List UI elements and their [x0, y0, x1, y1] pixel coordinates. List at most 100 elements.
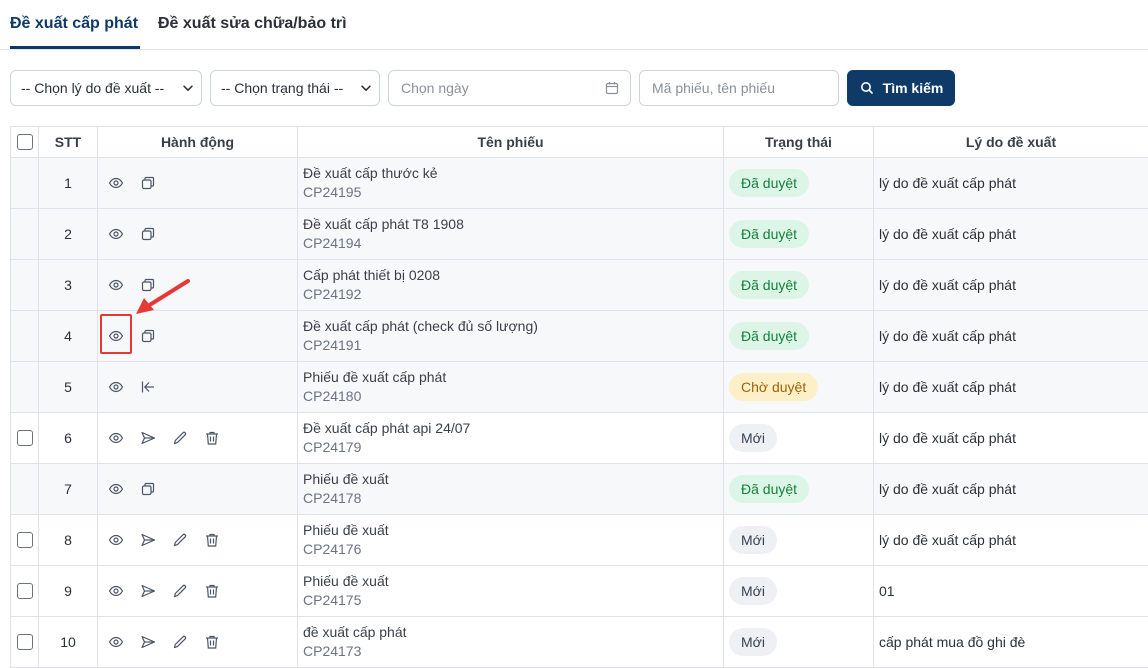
table-row: 4 Đề xuất cấp phát (check đủ số lượng) C…	[10, 311, 1148, 362]
reason-select[interactable]: -- Chọn lý do đề xuất --	[10, 70, 202, 106]
row-code: CP24194	[303, 235, 362, 251]
table-row: 10 đề xuất cấp phát CP24173 Mới cấp phát…	[10, 617, 1148, 668]
row-actions	[98, 515, 298, 565]
row-reason: lý do đề xuất cấp phát	[879, 532, 1016, 548]
row-title: Phiếu đề xuất	[303, 522, 389, 538]
row-status-cell: Đã duyệt	[724, 158, 874, 208]
chevron-down-icon	[181, 81, 195, 95]
row-status-cell: Mới	[724, 566, 874, 616]
table-row: 6 Đề xuất cấp phát api 24/07 CP24179 Mới…	[10, 413, 1148, 464]
date-picker-input[interactable]: Chọn ngày	[388, 70, 631, 106]
eye-icon[interactable]	[108, 634, 124, 650]
tab-bar: Đề xuất cấp phát Đề xuất sửa chữa/bảo tr…	[0, 0, 1148, 50]
eye-icon[interactable]	[108, 481, 124, 497]
row-select-cell	[10, 362, 39, 412]
copy-icon[interactable]	[140, 175, 156, 191]
revoke-icon[interactable]	[140, 379, 156, 395]
header-status: Trạng thái	[724, 127, 874, 157]
eye-icon[interactable]	[108, 532, 124, 548]
send-icon[interactable]	[140, 583, 156, 599]
row-title: Đề xuất cấp phát api 24/07	[303, 420, 471, 436]
row-select-cell	[10, 311, 39, 361]
table-body: 1 Đề xuất cấp thước kẻ CP24195 Đã duyệt …	[10, 158, 1148, 668]
row-status-cell: Đã duyệt	[724, 311, 874, 361]
select-all-cell	[10, 127, 39, 157]
pencil-icon[interactable]	[172, 430, 188, 446]
status-badge: Mới	[729, 628, 777, 656]
header-reason: Lý do đề xuất	[965, 134, 1057, 150]
row-status-cell: Mới	[724, 515, 874, 565]
row-name-cell: Phiếu đề xuất CP24176	[298, 515, 724, 565]
search-placeholder: Mã phiếu, tên phiếu	[652, 80, 775, 96]
row-actions	[98, 566, 298, 616]
row-reason: lý do đề xuất cấp phát	[879, 175, 1016, 191]
send-icon[interactable]	[140, 532, 156, 548]
row-stt: 7	[39, 464, 98, 514]
row-actions	[98, 362, 298, 412]
row-name-cell: Đề xuất cấp thước kẻ CP24195	[298, 158, 724, 208]
search-button[interactable]: Tìm kiếm	[847, 70, 955, 106]
trash-icon[interactable]	[204, 532, 220, 548]
highlight-box	[100, 314, 132, 354]
row-name-cell: đề xuất cấp phát CP24173	[298, 617, 724, 667]
row-name-cell: Phiếu đề xuất CP24175	[298, 566, 724, 616]
eye-icon[interactable]	[108, 226, 124, 242]
search-input[interactable]: Mã phiếu, tên phiếu	[639, 70, 839, 106]
pencil-icon[interactable]	[172, 634, 188, 650]
copy-icon[interactable]	[140, 481, 156, 497]
trash-icon[interactable]	[204, 583, 220, 599]
row-status-cell: Chờ duyệt	[724, 362, 874, 412]
send-icon[interactable]	[140, 430, 156, 446]
status-select[interactable]: -- Chọn trạng thái --	[210, 70, 380, 106]
row-actions	[98, 413, 298, 463]
search-icon	[859, 80, 875, 96]
row-reason: lý do đề xuất cấp phát	[879, 226, 1016, 242]
calendar-icon	[604, 80, 620, 96]
eye-icon[interactable]	[108, 583, 124, 599]
row-stt: 10	[39, 617, 98, 667]
eye-icon[interactable]	[108, 277, 124, 293]
annotation-arrow	[136, 279, 190, 314]
row-reason: lý do đề xuất cấp phát	[879, 379, 1016, 395]
eye-icon[interactable]	[108, 430, 124, 446]
row-checkbox[interactable]	[16, 532, 33, 548]
table-header-row: STT Hành động Tên phiếu Trạng thái Lý do…	[10, 127, 1148, 158]
copy-icon[interactable]	[140, 328, 156, 344]
tab-repair-maintenance-proposal[interactable]: Đề xuất sửa chữa/bảo trì	[158, 15, 347, 33]
pencil-icon[interactable]	[172, 532, 188, 548]
row-code: CP24191	[303, 337, 362, 353]
row-actions	[98, 617, 298, 667]
status-badge: Mới	[729, 424, 777, 452]
row-stt: 8	[39, 515, 98, 565]
row-title: Phiếu đề xuất	[303, 471, 389, 487]
tab-allocation-proposal[interactable]: Đề xuất cấp phát	[10, 15, 138, 33]
row-checkbox[interactable]	[16, 583, 33, 599]
row-stt: 1	[39, 158, 98, 208]
pencil-icon[interactable]	[172, 583, 188, 599]
eye-icon[interactable]	[108, 379, 124, 395]
row-stt: 2	[39, 209, 98, 259]
row-reason: lý do đề xuất cấp phát	[879, 430, 1016, 446]
row-status-cell: Mới	[724, 413, 874, 463]
date-placeholder: Chọn ngày	[401, 80, 469, 96]
row-checkbox[interactable]	[16, 430, 33, 446]
proposal-table: STT Hành động Tên phiếu Trạng thái Lý do…	[10, 126, 1148, 668]
trash-icon[interactable]	[204, 634, 220, 650]
select-all-checkbox[interactable]	[16, 134, 33, 150]
row-checkbox[interactable]	[16, 634, 33, 650]
row-reason: lý do đề xuất cấp phát	[879, 328, 1016, 344]
copy-icon[interactable]	[140, 226, 156, 242]
eye-icon[interactable]	[108, 175, 124, 191]
row-code: CP24192	[303, 286, 362, 302]
status-badge: Đã duyệt	[729, 169, 810, 197]
row-select-cell	[10, 158, 39, 208]
row-actions	[98, 260, 298, 310]
table-row: 1 Đề xuất cấp thước kẻ CP24195 Đã duyệt …	[10, 158, 1148, 209]
table-row: 7 Phiếu đề xuất CP24178 Đã duyệt lý do đ…	[10, 464, 1148, 515]
row-code: CP24176	[303, 541, 362, 557]
trash-icon[interactable]	[204, 430, 220, 446]
send-icon[interactable]	[140, 634, 156, 650]
header-actions: Hành động	[98, 127, 298, 157]
row-select-cell	[10, 566, 39, 616]
row-status-cell: Đã duyệt	[724, 464, 874, 514]
